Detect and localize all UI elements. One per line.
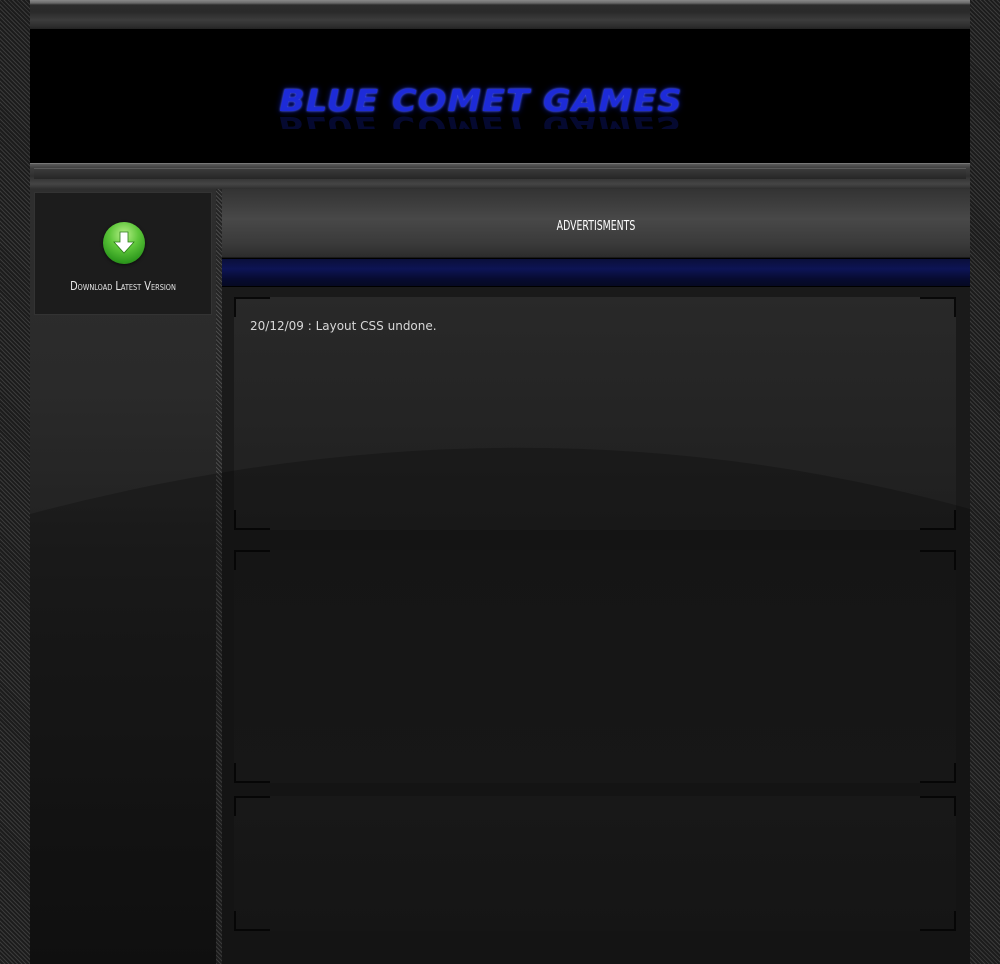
logo-reflection-text: BLUE COMET GAMES — [279, 109, 683, 129]
logo-reflection: BLUE COMET GAMES — [276, 109, 686, 129]
content-panel-lower — [234, 796, 956, 931]
main-content: ADVERTISMENTS 20/12/09 : Layout CSS undo… — [222, 189, 970, 964]
site-logo[interactable]: BLUE COMET GAMES BLUE COMET GAMES — [276, 85, 686, 130]
nav-bar-inner — [34, 168, 966, 179]
download-arrow-icon — [103, 222, 145, 264]
sidebar: Download Latest Version — [30, 189, 216, 964]
accent-bar — [222, 258, 970, 287]
news-item: 20/12/09 : Layout CSS undone. — [250, 319, 437, 333]
advertisments-label: ADVERTISMENTS — [556, 219, 636, 234]
advertisments-bar: ADVERTISMENTS — [222, 189, 970, 257]
nav-bar — [30, 163, 970, 189]
news-panel: 20/12/09 : Layout CSS undone. — [234, 297, 956, 530]
content-panel — [234, 550, 956, 783]
download-latest-version-button[interactable]: Download Latest Version — [34, 192, 212, 315]
site-header: BLUE COMET GAMES BLUE COMET GAMES — [30, 29, 970, 163]
page-container: BLUE COMET GAMES BLUE COMET GAMES Downlo… — [30, 0, 970, 964]
top-bar — [30, 0, 970, 29]
download-label: Download Latest Version — [70, 279, 176, 293]
